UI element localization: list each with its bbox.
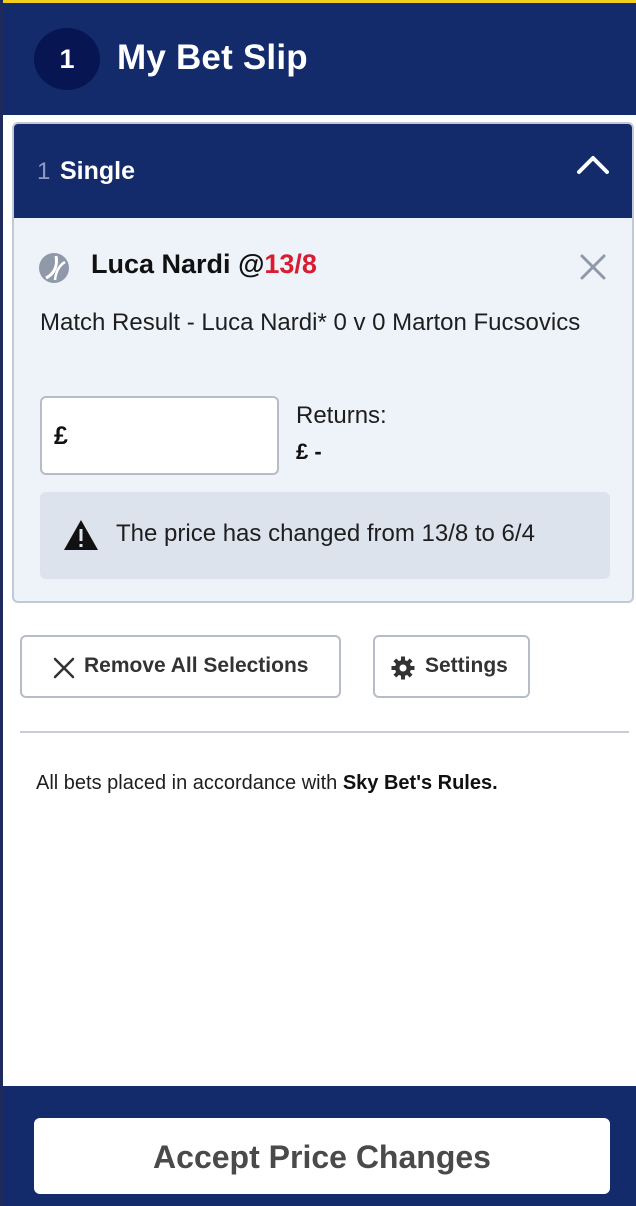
selection-count-badge: 1 xyxy=(34,28,100,90)
stake-input[interactable] xyxy=(78,414,268,458)
single-bet-label: Single xyxy=(60,157,136,185)
remove-all-selections-label: Remove All Selections xyxy=(84,654,309,677)
price-change-alert: The price has changed from 13/8 to 6/4 xyxy=(40,492,610,579)
chevron-up-icon[interactable] xyxy=(576,153,610,177)
market-description: Match Result - Luca Nardi* 0 v 0 Marton … xyxy=(40,309,581,336)
selection-at-symbol: @ xyxy=(238,249,265,279)
rules-notice: All bets placed in accordance with Sky B… xyxy=(36,772,498,795)
remove-selection-close-icon[interactable] xyxy=(580,254,606,280)
close-icon xyxy=(53,657,75,679)
bet-slip-page: 1 My Bet Slip 1 Single Luca Nardi @13/8 xyxy=(0,0,636,1206)
rules-link[interactable]: Sky Bet's Rules. xyxy=(343,772,498,794)
returns-label: Returns: xyxy=(296,402,387,429)
tennis-ball-icon xyxy=(39,253,69,283)
selection-odds: 13/8 xyxy=(264,249,317,279)
price-change-message: The price has changed from 13/8 to 6/4 xyxy=(116,520,535,547)
bet-slip-footer: Accept Price Changes xyxy=(3,1086,636,1206)
stake-currency-symbol: £ xyxy=(54,422,68,450)
stake-field[interactable]: £ xyxy=(40,396,279,475)
gear-icon xyxy=(391,656,415,680)
bet-selection: Luca Nardi @13/8 Match Result - Luca Nar… xyxy=(14,218,632,601)
divider xyxy=(20,731,629,733)
bet-slip-header: 1 My Bet Slip xyxy=(3,3,636,115)
selection-name: Luca Nardi xyxy=(91,249,231,279)
rules-text: All bets placed in accordance with xyxy=(36,772,338,794)
returns-value: £ - xyxy=(296,439,322,464)
single-bet-header[interactable]: 1 Single xyxy=(14,124,632,218)
warning-icon xyxy=(64,520,98,550)
selection-title: Luca Nardi @13/8 xyxy=(91,249,317,280)
settings-button[interactable]: Settings xyxy=(373,635,530,698)
page-title: My Bet Slip xyxy=(117,38,308,77)
accept-price-changes-button[interactable]: Accept Price Changes xyxy=(34,1118,610,1194)
single-bet-count: 1 xyxy=(37,158,51,185)
remove-all-selections-button[interactable]: Remove All Selections xyxy=(20,635,341,698)
single-bet-card: 1 Single Luca Nardi @13/8 Match Result -… xyxy=(12,122,634,603)
settings-label: Settings xyxy=(425,654,508,677)
